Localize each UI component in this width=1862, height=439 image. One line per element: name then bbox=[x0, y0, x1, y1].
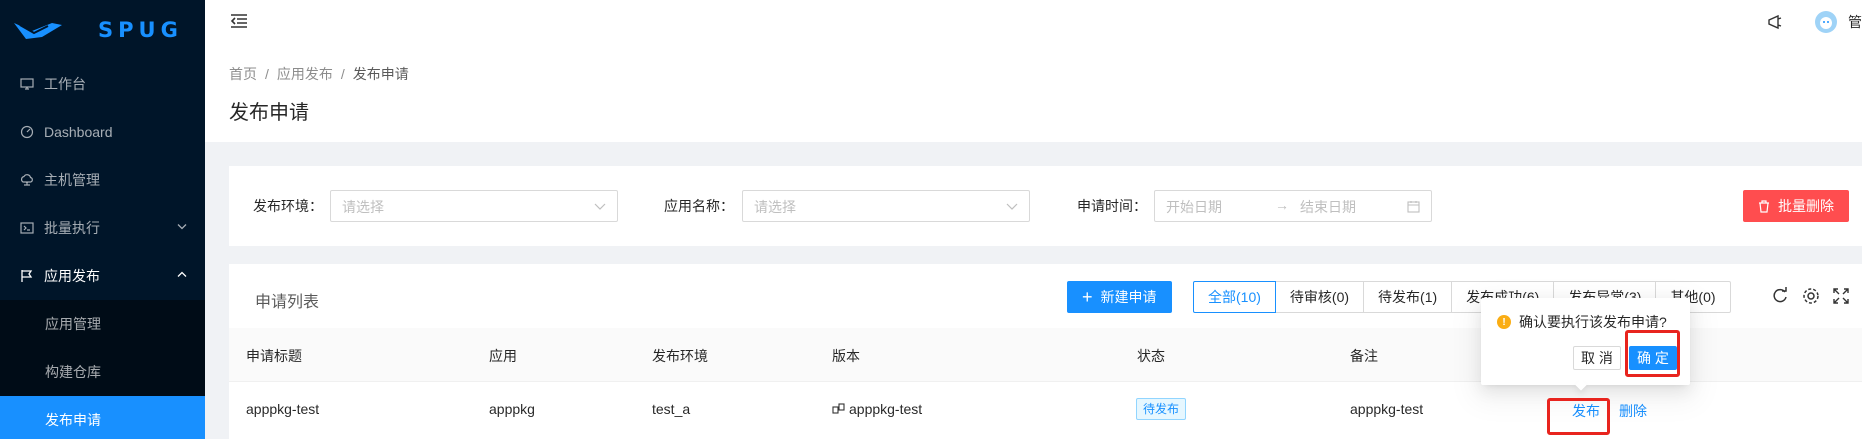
date-range-picker[interactable]: 开始日期 → 结束日期 bbox=[1154, 190, 1432, 222]
env-select-placeholder: 请选择 bbox=[342, 199, 384, 215]
cell-remark: apppkg-test bbox=[1350, 401, 1424, 417]
cell-version-text: apppkg-test bbox=[849, 401, 923, 417]
time-filter-label: 申请时间： bbox=[1077, 198, 1147, 214]
user-name[interactable]: 管 bbox=[1848, 12, 1862, 32]
column-header[interactable]: 应用 bbox=[489, 346, 517, 366]
package-icon bbox=[832, 403, 845, 414]
column-header[interactable]: 申请标题 bbox=[246, 346, 302, 366]
plus-icon: + bbox=[1082, 287, 1093, 307]
tab-all[interactable]: 全部(10) bbox=[1193, 281, 1276, 313]
batch-delete-button[interactable]: 批量删除 bbox=[1743, 190, 1849, 222]
env-select[interactable]: 请选择 bbox=[330, 190, 618, 222]
sidebar-item-deploy-request[interactable]: 发布申请 bbox=[0, 396, 205, 439]
new-request-button[interactable]: + 新建申请 bbox=[1067, 281, 1172, 313]
cloud-server-icon bbox=[20, 173, 34, 187]
calendar-icon bbox=[1407, 201, 1420, 213]
breadcrumb-parent[interactable]: 应用发布 bbox=[277, 64, 333, 84]
dashboard-icon bbox=[20, 125, 34, 139]
sidebar-item-app-manage[interactable]: 应用管理 bbox=[0, 300, 205, 348]
cell-app: apppkg bbox=[489, 401, 535, 417]
start-date-input[interactable]: 开始日期 bbox=[1166, 197, 1222, 217]
tab-pending-publish[interactable]: 待发布(1) bbox=[1363, 281, 1453, 313]
chevron-up-icon bbox=[177, 270, 187, 283]
page-title: 发布申请 bbox=[229, 102, 309, 124]
chevron-down-icon bbox=[594, 203, 606, 210]
breadcrumb: 首页 / 应用发布 / 发布申请 bbox=[229, 64, 1862, 84]
notification-icon[interactable] bbox=[1766, 13, 1784, 31]
column-header[interactable]: 发布环境 bbox=[652, 346, 708, 366]
end-date-input[interactable]: 结束日期 bbox=[1300, 197, 1356, 217]
filter-card: 发布环境： 请选择 应用名称： 请选择 申请时间： 开始日期 → 结束日期 批量… bbox=[229, 166, 1862, 246]
sidebar-item-label: 应用发布 bbox=[44, 268, 100, 284]
sidebar-item-label: 构建仓库 bbox=[45, 364, 101, 380]
sidebar-item-workbench[interactable]: 工作台 bbox=[0, 60, 205, 108]
cell-version: apppkg-test bbox=[832, 401, 922, 417]
app-filter-label: 应用名称： bbox=[664, 198, 734, 214]
setting-icon[interactable] bbox=[1802, 287, 1820, 305]
page-header: 首页 / 应用发布 / 发布申请 发布申请 bbox=[205, 44, 1862, 142]
column-header[interactable]: 版本 bbox=[832, 346, 860, 366]
spug-logo-icon bbox=[14, 23, 62, 39]
brand-name: SPUG bbox=[98, 18, 183, 42]
sidebar-item-label: 发布申请 bbox=[45, 412, 101, 428]
sidebar-item-label: Dashboard bbox=[44, 124, 113, 140]
sidebar-item-label: 工作台 bbox=[44, 76, 86, 92]
column-header[interactable]: 状态 bbox=[1137, 346, 1165, 366]
app-select-placeholder: 请选择 bbox=[754, 199, 796, 215]
breadcrumb-current: 发布申请 bbox=[352, 66, 409, 82]
breadcrumb-separator: / bbox=[340, 66, 345, 82]
app-select[interactable]: 请选择 bbox=[742, 190, 1030, 222]
flag-icon bbox=[20, 269, 34, 283]
breadcrumb-separator: / bbox=[265, 66, 269, 82]
env-filter-label: 发布环境： bbox=[253, 198, 323, 214]
sidebar-item-dashboard[interactable]: Dashboard bbox=[0, 108, 205, 156]
fullscreen-icon[interactable] bbox=[1832, 287, 1850, 305]
sidebar-item-label: 批量执行 bbox=[44, 220, 100, 236]
sidebar: SPUG 工作台 Dashboard 主机管理 批量执行 应用发布 应用管理 构… bbox=[0, 0, 205, 439]
publish-popconfirm: ! 确认要执行该发布申请? 取 消 确 定 bbox=[1481, 298, 1690, 391]
code-icon bbox=[20, 221, 34, 235]
sidebar-item-label: 主机管理 bbox=[44, 172, 100, 188]
avatar[interactable] bbox=[1815, 11, 1837, 33]
column-header[interactable]: 备注 bbox=[1350, 346, 1378, 366]
sidebar-item-label: 应用管理 bbox=[45, 316, 101, 332]
tab-pending-review[interactable]: 待审核(0) bbox=[1274, 281, 1365, 313]
menu-fold-icon[interactable] bbox=[230, 13, 248, 29]
reload-icon[interactable] bbox=[1771, 287, 1789, 305]
logo: SPUG bbox=[0, 0, 205, 60]
chevron-down-icon bbox=[1006, 203, 1018, 210]
publish-link[interactable]: 发布 bbox=[1572, 401, 1600, 421]
cell-env: test_a bbox=[652, 401, 691, 417]
delete-link[interactable]: 删除 bbox=[1619, 401, 1647, 421]
popconfirm-text: 确认要执行该发布申请? bbox=[1519, 314, 1667, 330]
status-badge: 待发布 bbox=[1136, 398, 1187, 420]
sidebar-item-hosts[interactable]: 主机管理 bbox=[0, 156, 205, 204]
arrow-right-icon: → bbox=[1275, 197, 1289, 213]
desktop-icon bbox=[20, 77, 34, 91]
new-request-label: 新建申请 bbox=[1100, 289, 1157, 305]
popconfirm-cancel-button[interactable]: 取 消 bbox=[1573, 346, 1621, 370]
delete-icon bbox=[1759, 199, 1769, 213]
sidebar-item-batch-exec[interactable]: 批量执行 bbox=[0, 204, 205, 252]
list-title: 申请列表 bbox=[255, 294, 320, 311]
popconfirm-message: ! 确认要执行该发布申请? bbox=[1497, 312, 1667, 332]
chevron-down-icon bbox=[177, 222, 187, 235]
sidebar-item-app-deploy[interactable]: 应用发布 bbox=[0, 252, 205, 300]
breadcrumb-home[interactable]: 首页 bbox=[229, 64, 257, 84]
popconfirm-ok-button[interactable]: 确 定 bbox=[1629, 346, 1677, 370]
batch-delete-label: 批量删除 bbox=[1778, 198, 1834, 214]
table-row: apppkg-test apppkg test_a apppkg-test 待发… bbox=[229, 382, 1862, 438]
top-header: 管 bbox=[205, 0, 1862, 44]
exclamation-circle-icon: ! bbox=[1497, 315, 1511, 329]
sidebar-item-build-repo[interactable]: 构建仓库 bbox=[0, 348, 205, 396]
sidebar-submenu-app-deploy: 应用管理 构建仓库 发布申请 bbox=[0, 300, 205, 439]
cell-title: apppkg-test bbox=[246, 401, 320, 417]
